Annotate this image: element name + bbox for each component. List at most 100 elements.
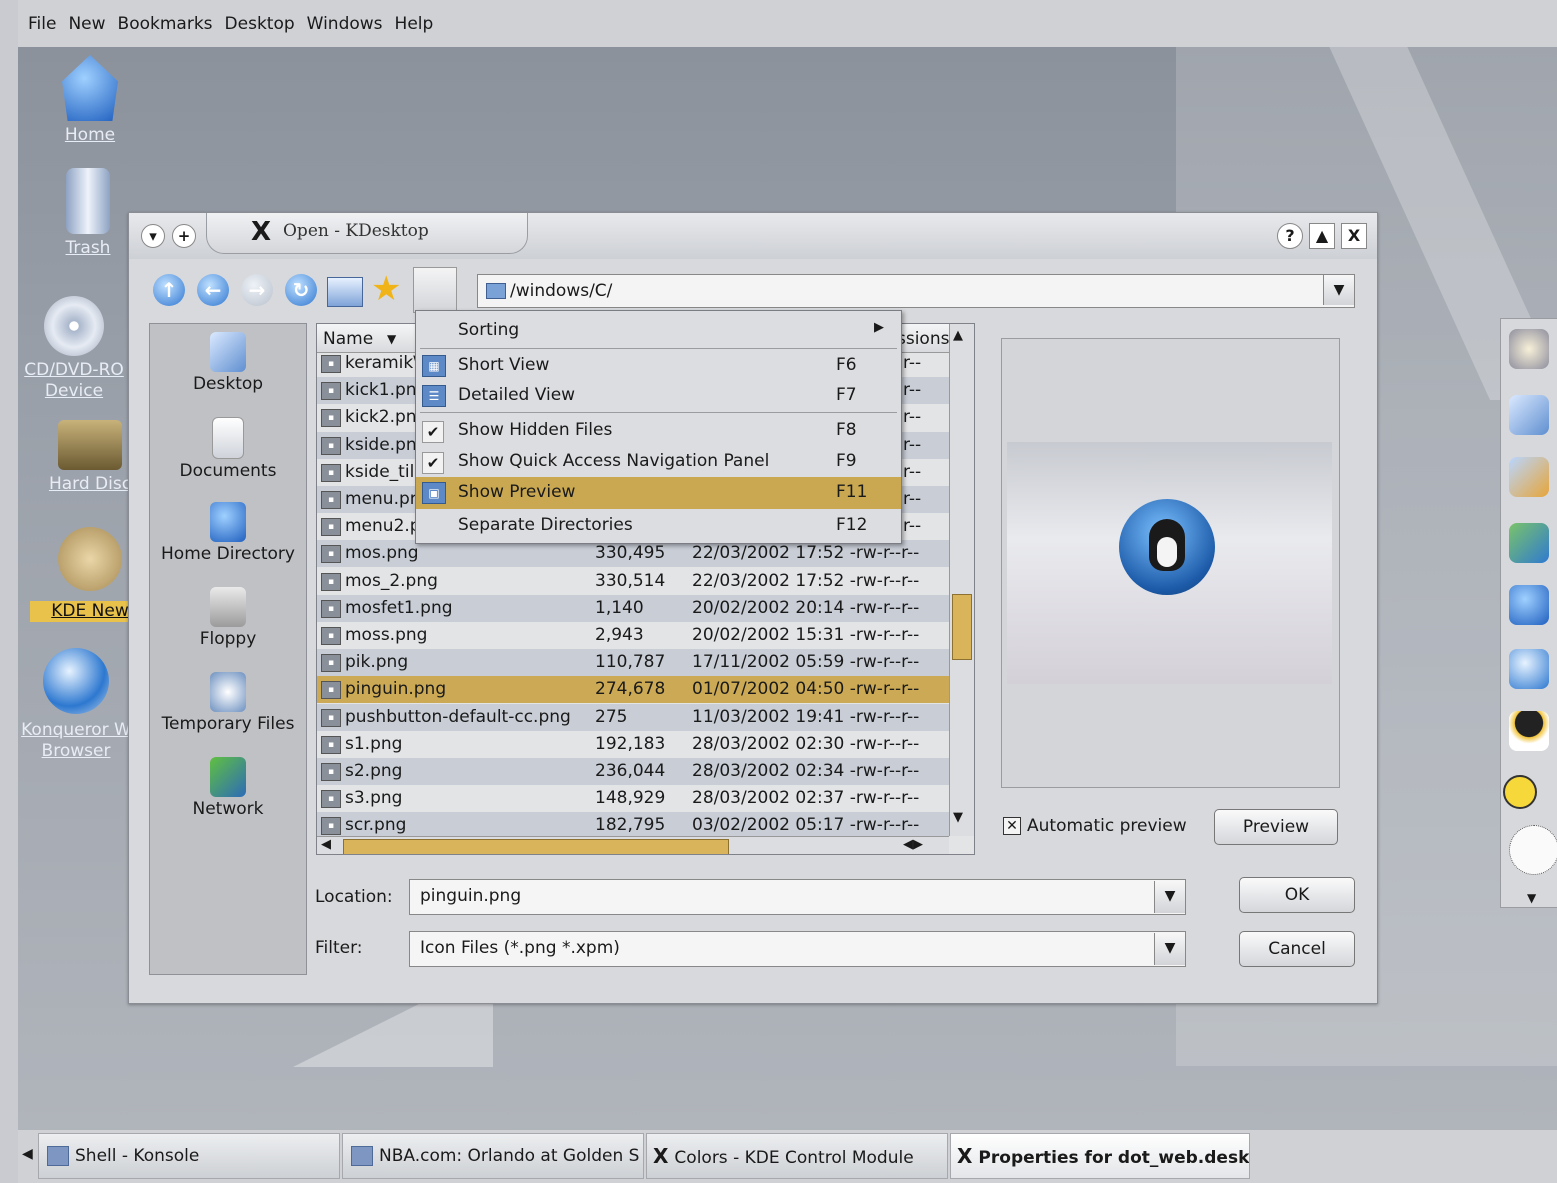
maximize-button[interactable]: ▲ xyxy=(1309,223,1335,249)
filter-label: Filter: xyxy=(315,938,363,958)
reload-icon[interactable]: ↻ xyxy=(285,274,317,306)
sticky-icon[interactable]: + xyxy=(172,224,196,248)
file-name: mos.png xyxy=(345,543,419,564)
file-date-permissions: 22/03/2002 17:52 -rw-r--r-- xyxy=(692,570,920,591)
scrollbar-thumb[interactable] xyxy=(952,594,972,660)
scroll-left-icon[interactable]: ◀ xyxy=(22,1146,33,1162)
menu-bookmarks[interactable]: Bookmarks xyxy=(112,14,219,34)
task-konsole[interactable]: Shell - Konsole xyxy=(38,1133,340,1179)
penguin-icon[interactable] xyxy=(1509,711,1549,751)
sort-arrow-icon: ▼ xyxy=(387,332,397,346)
file-row[interactable]: ▪ s2.png 236,044 28/03/2002 02:34 -rw-r--r-… xyxy=(317,758,949,785)
chevron-down-icon[interactable]: ▼ xyxy=(1527,891,1536,905)
task-control-module[interactable]: X Colors - KDE Control Module xyxy=(646,1133,948,1179)
file-name: moss.png xyxy=(345,625,428,645)
menu-item-separate-directories[interactable]: Separate Directories F12 xyxy=(416,510,901,540)
scroll-right-icon[interactable]: ◀▶ xyxy=(903,837,923,852)
menu-item-detailed-view[interactable]: ☰ Detailed View F7 xyxy=(416,380,901,410)
menu-item-show-quick-access[interactable]: ✔ Show Quick Access Navigation Panel F9 xyxy=(416,446,901,476)
horizontal-scrollbar[interactable]: ◀ ◀▶ xyxy=(317,836,949,854)
file-row[interactable]: ▪ s1.png 192,183 28/03/2002 02:30 -rw-r--r-… xyxy=(317,731,949,758)
forward-icon[interactable]: → xyxy=(241,274,273,306)
task-properties[interactable]: X Properties for dot_web.deskt xyxy=(950,1133,1250,1179)
path-combobox[interactable]: /windows/C/ ▼ xyxy=(477,274,1355,308)
window-menu-icon[interactable]: ▾ xyxy=(141,224,165,248)
home-directory-icon xyxy=(210,502,246,542)
dialog-titlebar[interactable]: ▾ + X Open - KDesktop ? ▲ X xyxy=(129,213,1377,259)
task-browser[interactable]: NBA.com: Orlando at Golden S xyxy=(342,1133,644,1179)
quick-item-documents[interactable]: Documents xyxy=(150,417,306,481)
file-name: kick1.pn xyxy=(345,380,417,401)
konqueror-icon[interactable] xyxy=(1509,649,1549,689)
image-file-icon: ▪ xyxy=(321,436,341,455)
close-button[interactable]: X xyxy=(1341,223,1367,249)
file-date-permissions: 01/07/2002 04:50 -rw-r--r-- xyxy=(692,679,920,700)
filter-select[interactable]: Icon Files (*.png *.xpm) ▼ xyxy=(409,931,1186,967)
taskbar: ◀ Shell - Konsole NBA.com: Orlando at Go… xyxy=(18,1130,1557,1183)
new-folder-icon[interactable] xyxy=(327,277,363,307)
desktop-icon-konqueror[interactable]: Konqueror W Browser xyxy=(20,648,132,762)
quick-item-home-directory[interactable]: Home Directory xyxy=(150,502,306,564)
menu-windows[interactable]: Windows xyxy=(301,14,389,34)
file-row[interactable]: ▪ pushbutton-default-cc.png 275 11/03/2002 … xyxy=(317,703,949,731)
menu-help[interactable]: Help xyxy=(389,14,440,34)
dialog-title: Open - KDesktop xyxy=(283,221,429,241)
back-icon[interactable]: ← xyxy=(197,274,229,306)
bookmark-icon[interactable]: ★ xyxy=(371,271,401,307)
menu-desktop[interactable]: Desktop xyxy=(219,14,301,34)
checkmark-icon: ✔ xyxy=(422,421,444,443)
ok-button[interactable]: OK xyxy=(1239,877,1355,913)
desktop-icon-cdrom[interactable]: CD/DVD-RO Device xyxy=(18,296,130,402)
kde-menu-icon[interactable] xyxy=(1509,329,1549,369)
file-row[interactable]: ▪ mos.png 330,495 22/03/2002 17:52 -rw-r--r… xyxy=(317,540,949,568)
scroll-down-icon[interactable]: ▼ xyxy=(953,810,963,825)
file-row[interactable]: ▪ s3.png 148,929 28/03/2002 02:37 -rw-r--r-… xyxy=(317,785,949,812)
checkbox-checked-icon[interactable]: ✕ xyxy=(1003,817,1021,835)
location-input[interactable]: pinguin.png ▼ xyxy=(409,879,1186,915)
harddisk-icon xyxy=(58,420,122,470)
menu-item-short-view[interactable]: ▦ Short View F6 xyxy=(416,350,901,380)
file-name: keramik\ xyxy=(345,353,419,373)
configure-icon[interactable] xyxy=(1509,523,1549,563)
column-name-header[interactable]: Name xyxy=(323,329,373,349)
up-icon[interactable]: ↑ xyxy=(153,274,185,306)
chevron-down-icon[interactable]: ▼ xyxy=(1323,275,1354,305)
home-icon[interactable] xyxy=(1509,585,1549,625)
control-center-icon[interactable] xyxy=(1509,457,1549,497)
detailed-view-icon: ☰ xyxy=(422,385,446,407)
file-row[interactable]: ▪ pinguin.png 274,678 01/07/2002 04:50 -rw-… xyxy=(317,676,949,704)
menu-item-show-hidden-files[interactable]: ✔ Show Hidden Files F8 xyxy=(416,415,901,445)
scroll-left-icon[interactable]: ◀ xyxy=(321,837,331,852)
chevron-down-icon[interactable]: ▼ xyxy=(1154,933,1185,965)
help-button[interactable]: ? xyxy=(1277,223,1303,249)
folder-icon xyxy=(486,283,506,299)
quick-item-temporary-files[interactable]: Temporary Files xyxy=(150,672,306,734)
automatic-preview-checkbox[interactable]: ✕ Automatic preview xyxy=(1003,816,1187,836)
quick-item-desktop[interactable]: Desktop xyxy=(150,332,306,394)
quick-item-network[interactable]: Network xyxy=(150,757,306,819)
file-date-permissions: 22/03/2002 17:52 -rw-r--r-- xyxy=(692,543,920,564)
column-permissions-header[interactable]: ssions xyxy=(897,329,949,349)
browser-icon xyxy=(351,1146,373,1166)
vertical-scrollbar[interactable]: ▲ ▼ xyxy=(949,324,974,836)
desktop-icon[interactable] xyxy=(1509,395,1549,435)
menu-item-sorting[interactable]: Sorting ▶ xyxy=(416,315,901,345)
menu-file[interactable]: File xyxy=(18,14,62,34)
scroll-up-icon[interactable]: ▲ xyxy=(953,328,963,343)
chevron-down-icon[interactable]: ▼ xyxy=(1154,881,1185,913)
file-name: mos_2.png xyxy=(345,570,438,591)
smiley-icon[interactable] xyxy=(1503,775,1537,809)
file-row[interactable]: ▪ pik.png 110,787 17/11/2002 05:59 -rw-r--r… xyxy=(317,649,949,677)
file-row[interactable]: ▪ moss.png 2,943 20/02/2002 15:31 -rw-r--r-… xyxy=(317,622,949,649)
hscrollbar-thumb[interactable] xyxy=(343,839,729,854)
menu-new[interactable]: New xyxy=(62,14,111,34)
preview-button[interactable]: Preview xyxy=(1214,809,1338,845)
file-row[interactable]: ▪ mosfet1.png 1,140 20/02/2002 20:14 -rw-r-… xyxy=(317,594,949,622)
file-row[interactable]: ▪ mos_2.png 330,514 22/03/2002 17:52 -rw-r-… xyxy=(317,568,949,595)
cancel-button[interactable]: Cancel xyxy=(1239,931,1355,967)
quick-item-floppy[interactable]: Floppy xyxy=(150,587,306,649)
desktop-icon-home[interactable]: Home xyxy=(30,55,150,146)
location-label: Location: xyxy=(315,887,393,907)
configure-icon[interactable] xyxy=(413,267,457,313)
menu-item-show-preview[interactable]: ▣ Show Preview F11 xyxy=(416,477,901,509)
